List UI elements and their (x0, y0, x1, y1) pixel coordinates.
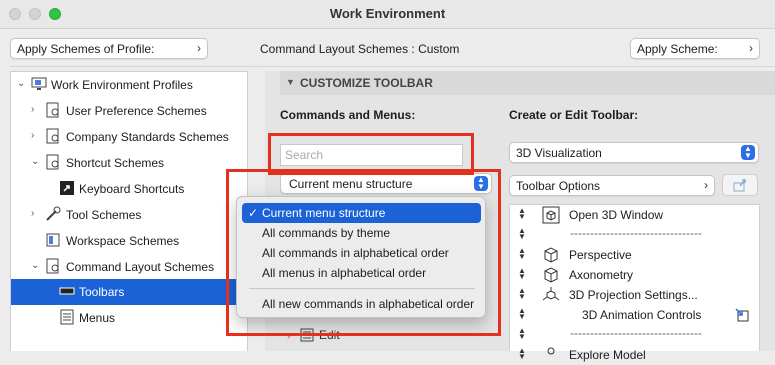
tool-icon (46, 206, 61, 221)
axonometry-icon (544, 267, 558, 283)
reorder-icon[interactable]: ▲ ▼ (518, 327, 526, 341)
reorder-icon[interactable]: ▲ ▼ (518, 287, 526, 301)
list-item[interactable]: ▲ ▼ Explore Model (510, 345, 759, 365)
list-item-separator[interactable]: ▲ ▼ --------------------------------- (510, 225, 759, 245)
chevron-right-icon: › (197, 41, 201, 55)
reorder-icon[interactable]: ▲ ▼ (518, 247, 526, 261)
title-bar: Work Environment (0, 0, 775, 29)
list-item-label: Axonometry (569, 268, 634, 282)
open-3d-window-icon (542, 206, 560, 224)
list-item[interactable]: ▲ ▼ 3D Projection Settings... (510, 285, 759, 305)
list-item-separator[interactable]: ▲ ▼ --------------------------------- (510, 325, 759, 345)
chevron-down-icon[interactable]: ⌄ (31, 156, 39, 167)
list-item-label: 3D Animation Controls (582, 308, 702, 322)
tree-item-workspace-schemes[interactable]: Workspace Schemes (11, 228, 247, 254)
apply-scheme-button[interactable]: Apply Scheme: › (630, 38, 760, 59)
chevron-right-icon: › (749, 41, 753, 55)
commands-label: Commands and Menus: (280, 108, 416, 122)
layout-scheme-text: Command Layout Schemes : Custom (260, 42, 460, 56)
chevron-down-icon[interactable]: ⌄ (31, 260, 39, 271)
explore-model-icon (547, 347, 555, 355)
tree-item-label: Workspace Schemes (66, 234, 180, 248)
toolbar-select-value: 3D Visualization (516, 146, 602, 160)
settings-document-icon (46, 102, 59, 118)
reorder-icon[interactable]: ▲ ▼ (518, 347, 526, 361)
list-item-label: Explore Model (569, 348, 646, 362)
window-title: Work Environment (329, 6, 446, 21)
projection-settings-icon (542, 287, 560, 301)
scheme-tree[interactable]: ⌄ Work Environment Profiles › User Prefe… (10, 71, 248, 351)
tree-item-company-standards[interactable]: › Company Standards Schemes (11, 124, 247, 150)
tree-item-profiles[interactable]: ⌄ Work Environment Profiles (11, 72, 247, 98)
stepper-icon: ▲ ▼ (741, 145, 755, 160)
highlight-box-menu (226, 169, 501, 336)
settings-document-icon (46, 258, 59, 274)
customize-header-label: CUSTOMIZE TOOLBAR (300, 76, 433, 90)
list-item[interactable]: ▲ ▼ Axonometry (510, 265, 759, 285)
apply-profile-button[interactable]: Apply Schemes of Profile: › (10, 38, 208, 59)
reorder-icon[interactable]: ▲ ▼ (518, 207, 526, 221)
chevron-right-icon[interactable]: › (31, 104, 34, 115)
export-toolbar-button[interactable] (722, 174, 758, 196)
tree-item-label: Toolbars (79, 285, 125, 299)
create-toolbar-label: Create or Edit Toolbar: (509, 108, 639, 122)
chevron-down-icon[interactable]: ⌄ (17, 78, 25, 89)
keyboard-shortcut-icon (60, 181, 74, 195)
settings-document-icon (46, 154, 59, 170)
tree-item-shortcut-schemes[interactable]: ⌄ Shortcut Schemes (11, 150, 247, 176)
workspace-icon (46, 233, 60, 247)
monitor-icon (31, 77, 47, 90)
settings-document-icon (46, 128, 59, 144)
tree-item-label: Tool Schemes (66, 208, 142, 222)
apply-scheme-label: Apply Scheme: (637, 42, 718, 56)
perspective-icon (544, 247, 558, 263)
tree-item-toolbars[interactable]: Toolbars (11, 279, 247, 305)
list-item[interactable]: ▲ ▼ Perspective (510, 245, 759, 265)
tree-item-label: Keyboard Shortcuts (79, 182, 185, 196)
toolbar-options-button[interactable]: Toolbar Options › (509, 175, 715, 196)
reorder-icon[interactable]: ▲ ▼ (518, 227, 526, 241)
submenu-icon[interactable] (734, 307, 750, 323)
list-item[interactable]: ▲ ▼ 3D Animation Controls (510, 305, 759, 325)
reorder-icon[interactable]: ▲ ▼ (518, 307, 526, 321)
tree-item-keyboard-shortcuts[interactable]: Keyboard Shortcuts (11, 176, 247, 202)
list-item-label: 3D Projection Settings... (569, 288, 698, 302)
tree-item-label: Company Standards Schemes (66, 130, 229, 144)
toolbar-select[interactable]: 3D Visualization ▲ ▼ (509, 142, 759, 163)
toolbar-icon (59, 287, 75, 295)
tree-item-command-layout[interactable]: ⌄ Command Layout Schemes (11, 254, 247, 280)
chevron-down-icon: ▼ (286, 77, 295, 87)
tree-item-menus[interactable]: Menus (11, 305, 247, 331)
chevron-right-icon: › (704, 178, 708, 192)
tree-item-label: Work Environment Profiles (51, 78, 193, 92)
tree-item-label: User Preference Schemes (66, 104, 207, 118)
export-icon (733, 179, 746, 192)
tree-item-label: Shortcut Schemes (66, 156, 165, 170)
customize-header[interactable]: ▼ CUSTOMIZE TOOLBAR (280, 71, 775, 95)
tree-item-label: Menus (79, 311, 116, 325)
list-item[interactable]: ▲ ▼ Open 3D Window (510, 205, 759, 225)
separator-label: --------------------------------- (570, 326, 702, 340)
toolbar-options-label: Toolbar Options (516, 179, 601, 193)
apply-profile-label: Apply Schemes of Profile: (17, 42, 155, 56)
chevron-right-icon[interactable]: › (31, 208, 34, 219)
list-item-label: Perspective (569, 248, 632, 262)
list-item-label: Open 3D Window (569, 208, 664, 222)
separator-label: --------------------------------- (570, 226, 702, 240)
toolbar-item-list[interactable]: ▲ ▼ Open 3D Window ▲ ▼ -------------------… (509, 204, 760, 362)
tree-item-user-preferences[interactable]: › User Preference Schemes (11, 98, 247, 124)
tree-item-label: Command Layout Schemes (66, 260, 215, 274)
menu-icon (60, 309, 74, 325)
divider (10, 66, 775, 67)
chevron-right-icon[interactable]: › (31, 130, 34, 141)
tree-item-tool-schemes[interactable]: › Tool Schemes (11, 202, 247, 228)
reorder-icon[interactable]: ▲ ▼ (518, 267, 526, 281)
